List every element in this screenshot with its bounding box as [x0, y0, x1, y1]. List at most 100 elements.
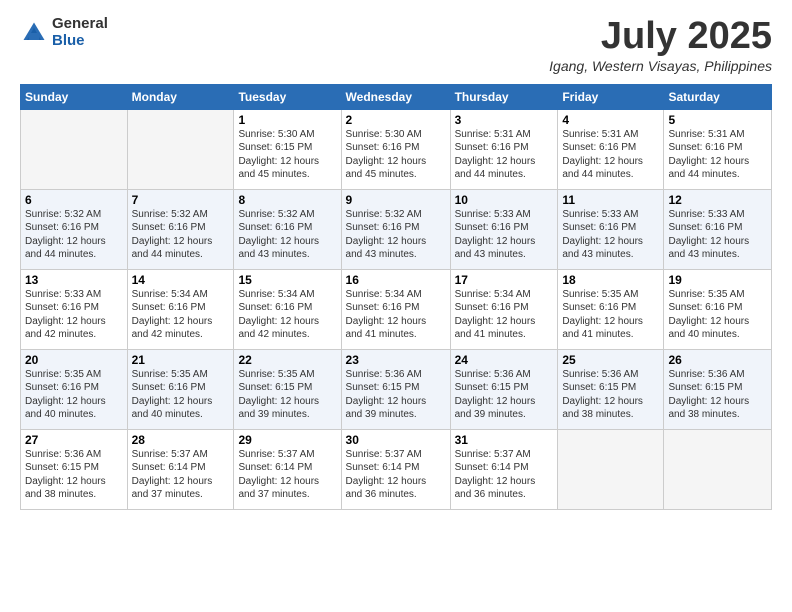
table-row: 31Sunrise: 5:37 AM Sunset: 6:14 PM Dayli… — [450, 429, 558, 509]
day-info: Sunrise: 5:37 AM Sunset: 6:14 PM Dayligh… — [346, 448, 446, 502]
table-row: 30Sunrise: 5:37 AM Sunset: 6:14 PM Dayli… — [341, 429, 450, 509]
day-info: Sunrise: 5:37 AM Sunset: 6:14 PM Dayligh… — [455, 448, 554, 502]
calendar-week-row: 13Sunrise: 5:33 AM Sunset: 6:16 PM Dayli… — [21, 269, 772, 349]
day-number: 15 — [238, 273, 336, 287]
title-block: July 2025 Igang, Western Visayas, Philip… — [549, 16, 772, 74]
col-monday: Monday — [127, 84, 234, 109]
day-info: Sunrise: 5:30 AM Sunset: 6:16 PM Dayligh… — [346, 128, 446, 182]
table-row — [558, 429, 664, 509]
calendar-week-row: 20Sunrise: 5:35 AM Sunset: 6:16 PM Dayli… — [21, 349, 772, 429]
table-row — [127, 109, 234, 189]
logo: General Blue — [20, 16, 108, 49]
day-info: Sunrise: 5:33 AM Sunset: 6:16 PM Dayligh… — [25, 288, 123, 342]
day-number: 11 — [562, 193, 659, 207]
day-number: 16 — [346, 273, 446, 287]
day-number: 31 — [455, 433, 554, 447]
logo-blue: Blue — [52, 33, 108, 50]
table-row: 1Sunrise: 5:30 AM Sunset: 6:15 PM Daylig… — [234, 109, 341, 189]
day-info: Sunrise: 5:35 AM Sunset: 6:15 PM Dayligh… — [238, 368, 336, 422]
table-row: 2Sunrise: 5:30 AM Sunset: 6:16 PM Daylig… — [341, 109, 450, 189]
table-row: 3Sunrise: 5:31 AM Sunset: 6:16 PM Daylig… — [450, 109, 558, 189]
table-row: 12Sunrise: 5:33 AM Sunset: 6:16 PM Dayli… — [664, 189, 772, 269]
day-info: Sunrise: 5:34 AM Sunset: 6:16 PM Dayligh… — [132, 288, 230, 342]
table-row: 29Sunrise: 5:37 AM Sunset: 6:14 PM Dayli… — [234, 429, 341, 509]
day-info: Sunrise: 5:34 AM Sunset: 6:16 PM Dayligh… — [346, 288, 446, 342]
day-info: Sunrise: 5:33 AM Sunset: 6:16 PM Dayligh… — [562, 208, 659, 262]
col-tuesday: Tuesday — [234, 84, 341, 109]
table-row: 11Sunrise: 5:33 AM Sunset: 6:16 PM Dayli… — [558, 189, 664, 269]
day-info: Sunrise: 5:33 AM Sunset: 6:16 PM Dayligh… — [668, 208, 767, 262]
day-info: Sunrise: 5:32 AM Sunset: 6:16 PM Dayligh… — [238, 208, 336, 262]
day-number: 9 — [346, 193, 446, 207]
calendar-week-row: 6Sunrise: 5:32 AM Sunset: 6:16 PM Daylig… — [21, 189, 772, 269]
day-info: Sunrise: 5:31 AM Sunset: 6:16 PM Dayligh… — [668, 128, 767, 182]
table-row: 20Sunrise: 5:35 AM Sunset: 6:16 PM Dayli… — [21, 349, 128, 429]
day-number: 4 — [562, 113, 659, 127]
table-row: 15Sunrise: 5:34 AM Sunset: 6:16 PM Dayli… — [234, 269, 341, 349]
col-saturday: Saturday — [664, 84, 772, 109]
day-number: 6 — [25, 193, 123, 207]
day-info: Sunrise: 5:34 AM Sunset: 6:16 PM Dayligh… — [238, 288, 336, 342]
table-row — [21, 109, 128, 189]
day-number: 21 — [132, 353, 230, 367]
table-row: 6Sunrise: 5:32 AM Sunset: 6:16 PM Daylig… — [21, 189, 128, 269]
day-info: Sunrise: 5:32 AM Sunset: 6:16 PM Dayligh… — [346, 208, 446, 262]
table-row: 16Sunrise: 5:34 AM Sunset: 6:16 PM Dayli… — [341, 269, 450, 349]
day-info: Sunrise: 5:32 AM Sunset: 6:16 PM Dayligh… — [25, 208, 123, 262]
day-info: Sunrise: 5:33 AM Sunset: 6:16 PM Dayligh… — [455, 208, 554, 262]
day-number: 10 — [455, 193, 554, 207]
table-row — [664, 429, 772, 509]
table-row: 14Sunrise: 5:34 AM Sunset: 6:16 PM Dayli… — [127, 269, 234, 349]
col-thursday: Thursday — [450, 84, 558, 109]
day-number: 19 — [668, 273, 767, 287]
col-friday: Friday — [558, 84, 664, 109]
day-number: 18 — [562, 273, 659, 287]
logo-icon — [20, 19, 48, 47]
day-info: Sunrise: 5:35 AM Sunset: 6:16 PM Dayligh… — [132, 368, 230, 422]
header: General Blue July 2025 Igang, Western Vi… — [20, 16, 772, 74]
day-info: Sunrise: 5:36 AM Sunset: 6:15 PM Dayligh… — [562, 368, 659, 422]
day-number: 27 — [25, 433, 123, 447]
table-row: 25Sunrise: 5:36 AM Sunset: 6:15 PM Dayli… — [558, 349, 664, 429]
table-row: 19Sunrise: 5:35 AM Sunset: 6:16 PM Dayli… — [664, 269, 772, 349]
day-number: 8 — [238, 193, 336, 207]
day-number: 25 — [562, 353, 659, 367]
calendar-header-row: Sunday Monday Tuesday Wednesday Thursday… — [21, 84, 772, 109]
day-number: 26 — [668, 353, 767, 367]
day-info: Sunrise: 5:30 AM Sunset: 6:15 PM Dayligh… — [238, 128, 336, 182]
day-number: 30 — [346, 433, 446, 447]
day-info: Sunrise: 5:34 AM Sunset: 6:16 PM Dayligh… — [455, 288, 554, 342]
day-number: 14 — [132, 273, 230, 287]
day-number: 3 — [455, 113, 554, 127]
title-location: Igang, Western Visayas, Philippines — [549, 58, 772, 74]
day-info: Sunrise: 5:35 AM Sunset: 6:16 PM Dayligh… — [25, 368, 123, 422]
logo-general: General — [52, 16, 108, 33]
day-number: 22 — [238, 353, 336, 367]
day-number: 17 — [455, 273, 554, 287]
day-number: 29 — [238, 433, 336, 447]
calendar-week-row: 1Sunrise: 5:30 AM Sunset: 6:15 PM Daylig… — [21, 109, 772, 189]
day-info: Sunrise: 5:32 AM Sunset: 6:16 PM Dayligh… — [132, 208, 230, 262]
day-info: Sunrise: 5:31 AM Sunset: 6:16 PM Dayligh… — [562, 128, 659, 182]
table-row: 23Sunrise: 5:36 AM Sunset: 6:15 PM Dayli… — [341, 349, 450, 429]
day-info: Sunrise: 5:37 AM Sunset: 6:14 PM Dayligh… — [238, 448, 336, 502]
table-row: 24Sunrise: 5:36 AM Sunset: 6:15 PM Dayli… — [450, 349, 558, 429]
col-wednesday: Wednesday — [341, 84, 450, 109]
calendar: Sunday Monday Tuesday Wednesday Thursday… — [20, 84, 772, 510]
col-sunday: Sunday — [21, 84, 128, 109]
table-row: 21Sunrise: 5:35 AM Sunset: 6:16 PM Dayli… — [127, 349, 234, 429]
day-info: Sunrise: 5:35 AM Sunset: 6:16 PM Dayligh… — [668, 288, 767, 342]
day-info: Sunrise: 5:36 AM Sunset: 6:15 PM Dayligh… — [346, 368, 446, 422]
day-number: 7 — [132, 193, 230, 207]
day-info: Sunrise: 5:36 AM Sunset: 6:15 PM Dayligh… — [455, 368, 554, 422]
table-row: 9Sunrise: 5:32 AM Sunset: 6:16 PM Daylig… — [341, 189, 450, 269]
calendar-week-row: 27Sunrise: 5:36 AM Sunset: 6:15 PM Dayli… — [21, 429, 772, 509]
day-info: Sunrise: 5:35 AM Sunset: 6:16 PM Dayligh… — [562, 288, 659, 342]
table-row: 27Sunrise: 5:36 AM Sunset: 6:15 PM Dayli… — [21, 429, 128, 509]
table-row: 13Sunrise: 5:33 AM Sunset: 6:16 PM Dayli… — [21, 269, 128, 349]
day-number: 13 — [25, 273, 123, 287]
page: General Blue July 2025 Igang, Western Vi… — [0, 0, 792, 612]
day-number: 5 — [668, 113, 767, 127]
title-month: July 2025 — [549, 16, 772, 58]
table-row: 22Sunrise: 5:35 AM Sunset: 6:15 PM Dayli… — [234, 349, 341, 429]
